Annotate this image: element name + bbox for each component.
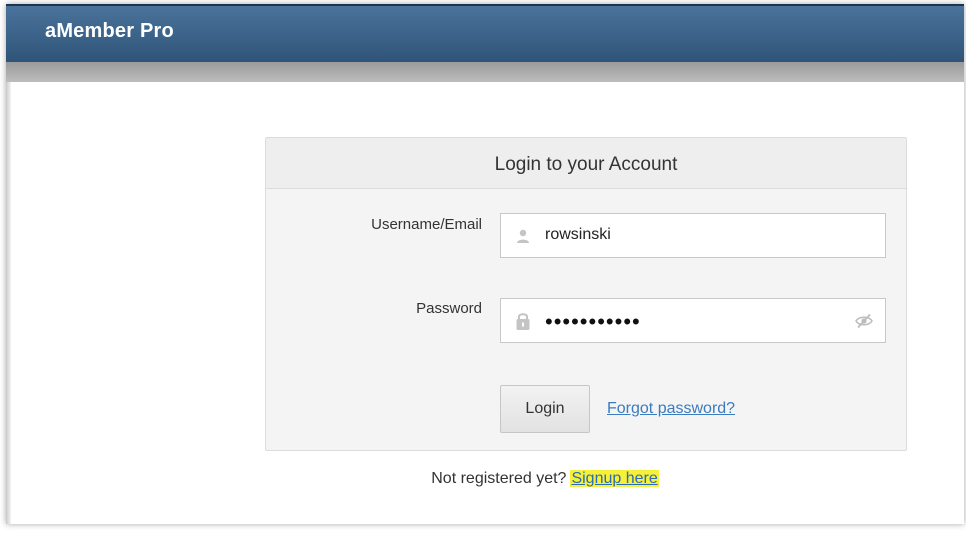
password-value: ••••••••••• [545,309,641,334]
password-label: Password [416,300,482,317]
login-card: Login to your Account Username/Email row… [265,137,907,451]
lock-icon [516,313,530,330]
brand-title: aMember Pro [45,20,174,42]
signup-row: Not registered yet? Signup here [6,470,964,488]
username-field[interactable]: rowsinski [500,213,886,258]
eye-slash-icon[interactable] [855,313,873,329]
app-header: aMember Pro [6,4,964,62]
forgot-password-link[interactable]: Forgot password? [607,400,735,418]
signup-link[interactable]: Signup here [570,470,659,487]
password-field[interactable]: ••••••••••• [500,298,886,343]
login-button[interactable]: Login [500,385,590,433]
left-border [6,82,11,524]
username-value: rowsinski [545,226,611,243]
username-label: Username/Email [371,216,482,233]
header-subbar [6,62,964,82]
signup-prefix: Not registered yet? [431,470,567,487]
browser-frame: aMember Pro Login to your Account Userna… [6,4,964,524]
login-card-title: Login to your Account [266,138,906,189]
user-icon [517,229,529,243]
